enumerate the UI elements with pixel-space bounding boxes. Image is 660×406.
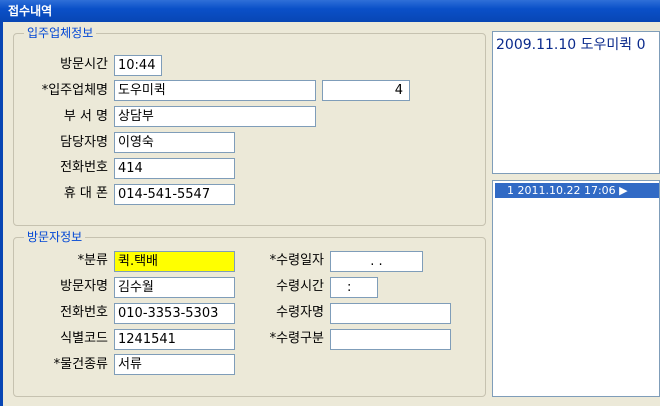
- category-label: *분류: [77, 253, 108, 268]
- id-code-label: 식별코드: [60, 331, 108, 346]
- item-type-field[interactable]: 서류: [114, 354, 235, 375]
- receiver-name-field[interactable]: [330, 303, 451, 324]
- company-name-field[interactable]: 도우미퀵: [114, 80, 316, 101]
- memo-text: 2009.11.10 도우미퀵 0: [496, 37, 646, 53]
- dept-field[interactable]: 상담부: [114, 106, 316, 127]
- memo-panel[interactable]: 2009.11.10 도우미퀵 0: [492, 31, 660, 174]
- company-phone-field[interactable]: 414: [114, 158, 235, 179]
- receiver-name-label: 수령자명: [276, 305, 324, 320]
- receive-type-label: *수령구분: [269, 331, 324, 346]
- window-left-border: [0, 22, 3, 406]
- receive-time-label: 수령시간: [276, 279, 324, 294]
- category-field[interactable]: 퀵.택배: [114, 251, 235, 272]
- receive-date-label: *수령일자: [269, 253, 324, 268]
- manager-field[interactable]: 이영숙: [114, 132, 235, 153]
- mobile-field[interactable]: 014-541-5547: [114, 184, 235, 205]
- manager-label: 담당자명: [60, 135, 108, 150]
- receive-type-field[interactable]: [330, 329, 451, 350]
- company-code-field[interactable]: 4: [322, 80, 410, 101]
- visitor-phone-label: 전화번호: [60, 305, 108, 320]
- visitor-name-field[interactable]: 김수월: [114, 277, 235, 298]
- company-phone-label: 전화번호: [60, 160, 108, 175]
- receive-time-field[interactable]: :: [330, 277, 378, 298]
- history-list-item[interactable]: 1 2011.10.22 17:06 ▶: [495, 183, 659, 198]
- company-name-label: *입주업체명: [41, 83, 108, 98]
- visitor-info-title: 방문자정보: [24, 230, 86, 244]
- visitor-phone-field[interactable]: 010-3353-5303: [114, 303, 235, 324]
- company-info-title: 입주업체정보: [24, 26, 97, 40]
- mobile-label: 휴 대 폰: [63, 186, 108, 201]
- id-code-field[interactable]: 1241541: [114, 329, 235, 350]
- window-title: 접수내역: [0, 0, 660, 22]
- item-type-label: *물건종류: [53, 357, 108, 372]
- dept-label: 부 서 명: [63, 109, 108, 124]
- receive-date-field[interactable]: . .: [330, 251, 423, 272]
- visit-time-label: 방문시간: [60, 57, 108, 72]
- visit-time-field[interactable]: 10:44: [114, 55, 162, 76]
- visitor-name-label: 방문자명: [60, 279, 108, 294]
- history-list[interactable]: 1 2011.10.22 17:06 ▶: [492, 180, 660, 397]
